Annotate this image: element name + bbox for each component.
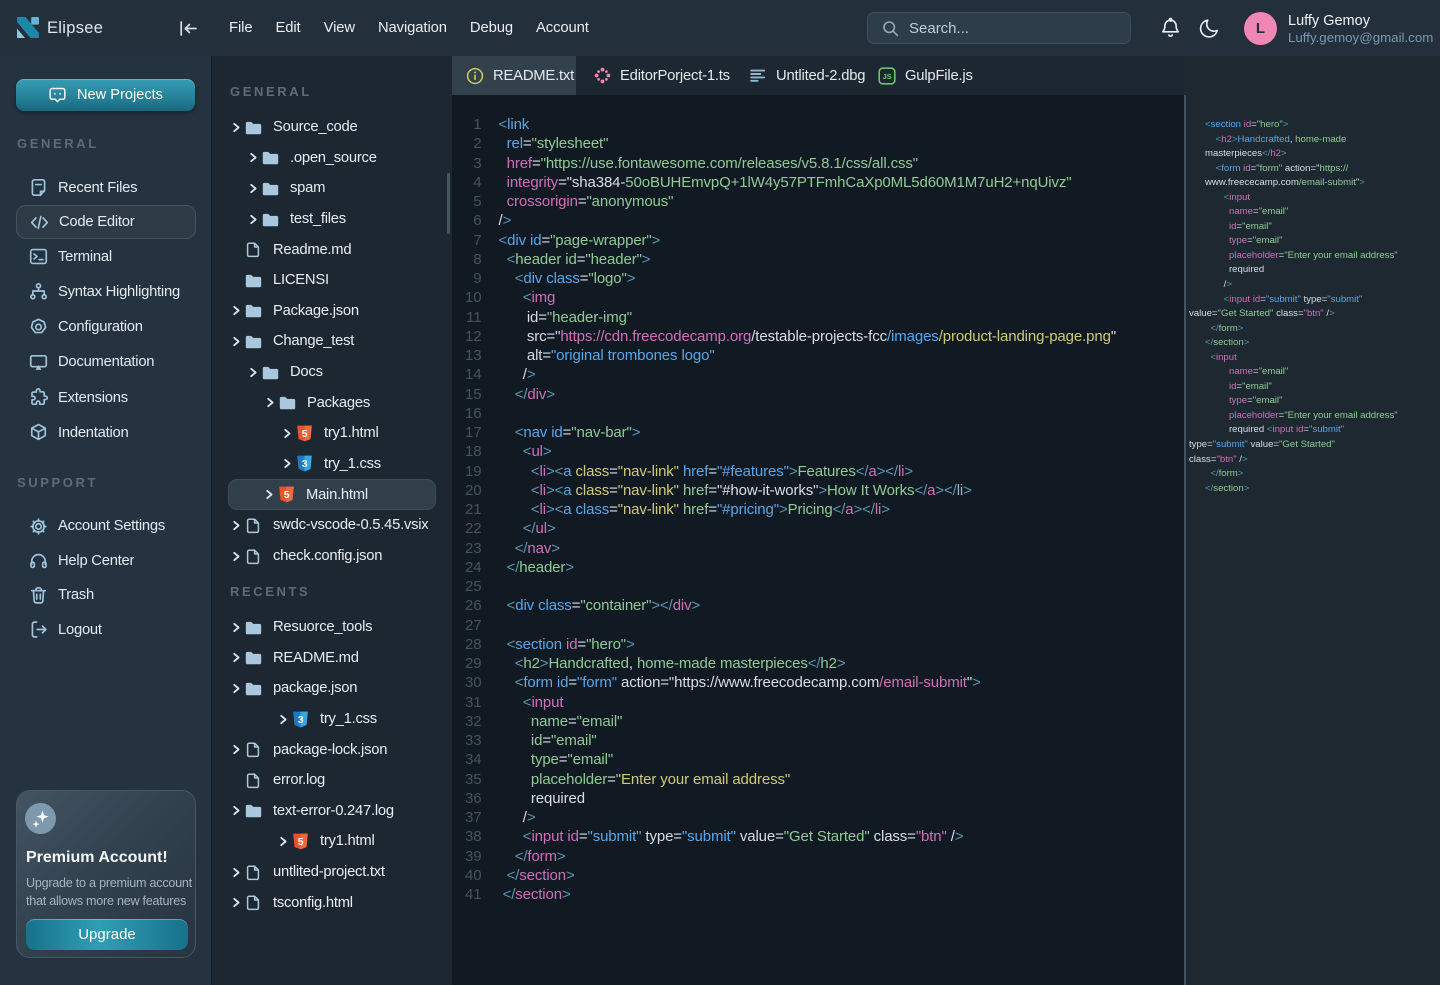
svg-text:5: 5 — [298, 836, 304, 848]
svg-text:5: 5 — [284, 489, 290, 501]
svg-text:5: 5 — [302, 428, 308, 440]
svg-text:3: 3 — [298, 714, 304, 726]
svg-text:JS: JS — [883, 72, 892, 81]
svg-text:3: 3 — [302, 458, 308, 470]
